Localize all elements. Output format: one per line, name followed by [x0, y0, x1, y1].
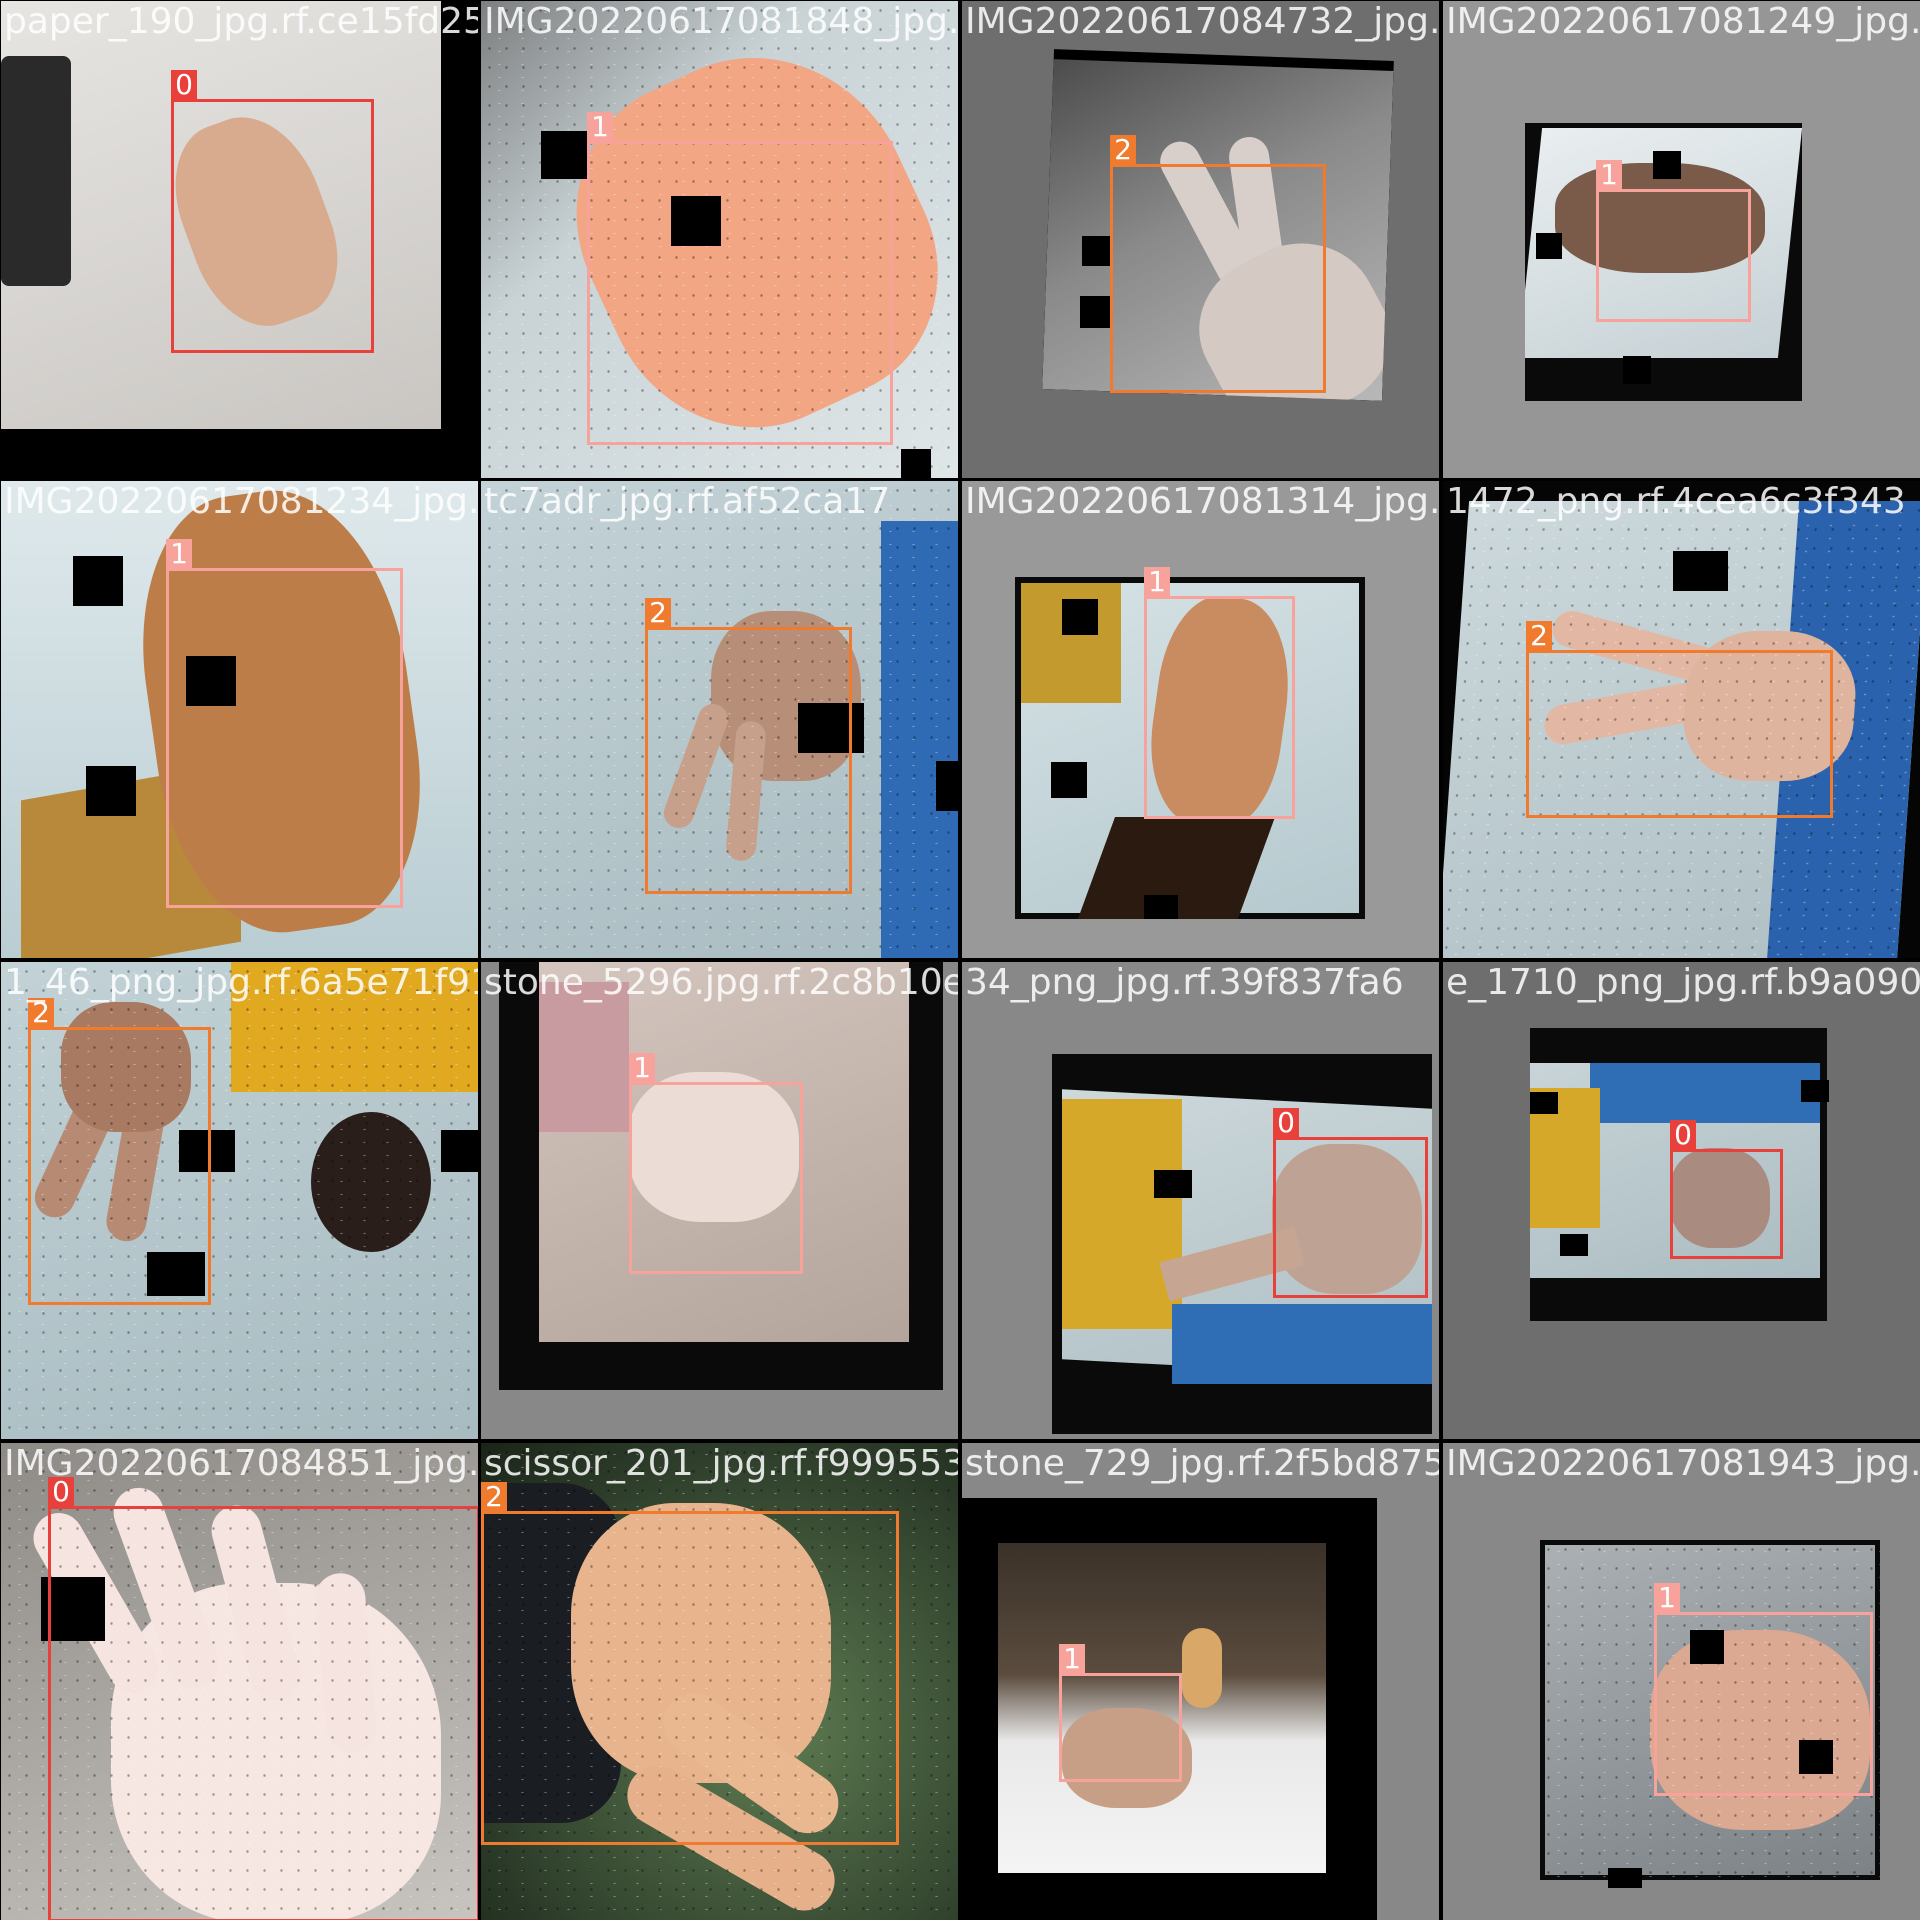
bounding-box: 0: [48, 1477, 478, 1920]
sleeve: [539, 982, 629, 1132]
cutout-mask: [1051, 762, 1087, 798]
mosaic-tile: 1 IMG20220617081943_jpg.rf.: [1443, 1443, 1920, 1920]
mosaic-tile: 0 e_1710_png_jpg.rf.b9a09092: [1443, 962, 1920, 1439]
cutout-mask: [441, 1130, 478, 1172]
bounding-box: 1: [629, 1053, 803, 1274]
cutout-mask: [1144, 895, 1178, 919]
cutout-mask: [1062, 599, 1098, 635]
class-label: 1: [629, 1053, 655, 1083]
filename-label: 1_46_png_jpg.rf.6a5e71f91f: [4, 962, 478, 1003]
class-label: 1: [1059, 1644, 1085, 1674]
mosaic-tile: 0 34_png_jpg.rf.39f837fa6: [962, 962, 1439, 1439]
filename-label: IMG20220617081848_jpg.rf.: [484, 1, 958, 42]
class-label: 2: [1526, 621, 1552, 651]
cutout-mask: [541, 131, 589, 179]
bounding-box: 1: [587, 112, 893, 445]
filename-label: paper_190_jpg.rf.ce15fd253a4: [4, 1, 478, 42]
filename-label: IMG20220617081943_jpg.rf.: [1446, 1443, 1920, 1484]
cutout-mask: [1082, 236, 1112, 266]
cutout-mask: [86, 766, 136, 816]
bounding-box: 1: [1059, 1644, 1182, 1782]
filename-label: IMG20220617081234_jpg.rf.: [4, 481, 478, 522]
mosaic-tile: 2 1_46_png_jpg.rf.6a5e71f91f: [1, 962, 478, 1439]
mosaic-tile: 1 IMG20220617081249_jpg.rf.: [1443, 1, 1920, 478]
bounding-box: 1: [1144, 567, 1295, 819]
food-item: [1182, 1628, 1222, 1708]
bounding-box: 1: [1654, 1583, 1873, 1796]
filename-label: stone_729_jpg.rf.2f5bd8752: [965, 1443, 1439, 1484]
class-label: 1: [166, 539, 192, 569]
bounding-box: 2: [1526, 621, 1833, 818]
cutout-mask: [1536, 233, 1562, 259]
cutout-mask: [1673, 551, 1728, 591]
mosaic-grid: 0 paper_190_jpg.rf.ce15fd253a4 1 IMG2022…: [0, 0, 1920, 1920]
bounding-box: 0: [1273, 1108, 1428, 1298]
cutout-mask: [1560, 1234, 1588, 1256]
class-label: 0: [1670, 1120, 1696, 1150]
cutout-mask: [73, 556, 123, 606]
mosaic-tile: 1 stone_729_jpg.rf.2f5bd8752: [962, 1443, 1439, 1920]
handbag: [1, 56, 71, 286]
bounding-box: 1: [1596, 160, 1751, 322]
cutout-mask: [936, 761, 958, 811]
class-label: 1: [1596, 160, 1622, 190]
person-head: [311, 1112, 431, 1252]
bounding-box: 2: [28, 998, 211, 1305]
mosaic-tile: 2 IMG20220617084732_jpg.rf.: [962, 1, 1439, 478]
bounding-box: 1: [166, 539, 403, 908]
filename-label: IMG20220617084851_jpg.rf.: [4, 1443, 478, 1484]
blanket: [881, 521, 958, 958]
class-label: 0: [1273, 1108, 1299, 1138]
bounding-box: 2: [481, 1482, 899, 1845]
filename-label: stone_5296.jpg.rf.2c8b10e3c: [484, 962, 958, 1003]
filename-label: 34_png_jpg.rf.39f837fa6: [965, 962, 1404, 1003]
mosaic-tile: 2 1472_png.rf.4cea6c3f343: [1443, 481, 1920, 958]
filename-label: IMG20220617081249_jpg.rf.: [1446, 1, 1920, 42]
class-label: 1: [587, 112, 613, 142]
cutout-mask: [1653, 151, 1681, 179]
class-label: 2: [1110, 135, 1136, 165]
filename-label: IMG20220617081314_jpg.rf.: [965, 481, 1439, 522]
cutout-mask: [1623, 356, 1651, 384]
blanket: [1590, 1063, 1820, 1123]
bounding-box: 0: [1670, 1120, 1783, 1259]
cutout-mask: [1080, 296, 1112, 328]
mosaic-tile: 1 IMG20220617081234_jpg.rf.: [1, 481, 478, 958]
mosaic-tile: 2 tc7adr_jpg.rf.af52ca17: [481, 481, 958, 958]
bounding-box: 0: [171, 70, 374, 353]
cutout-mask: [1154, 1170, 1192, 1198]
filename-label: IMG20220617084732_jpg.rf.: [965, 1, 1439, 42]
mosaic-tile: 1 stone_5296.jpg.rf.2c8b10e3c: [481, 962, 958, 1439]
yellow-shirt: [1062, 1099, 1182, 1329]
mosaic-tile: 0 IMG20220617084851_jpg.rf.: [1, 1443, 478, 1920]
cutout-mask: [901, 449, 931, 478]
bounding-box: 2: [645, 598, 852, 894]
mosaic-tile: 0 paper_190_jpg.rf.ce15fd253a4: [1, 1, 478, 478]
class-label: 1: [1654, 1583, 1680, 1613]
mosaic-tile: 1 IMG20220617081314_jpg.rf.: [962, 481, 1439, 958]
cutout-mask: [1608, 1868, 1642, 1888]
cutout-mask: [1530, 1092, 1558, 1114]
class-label: 0: [171, 70, 197, 100]
mosaic-tile: 1 IMG20220617081848_jpg.rf.: [481, 1, 958, 478]
class-label: 1: [1144, 567, 1170, 597]
filename-label: 1472_png.rf.4cea6c3f343: [1446, 481, 1906, 522]
class-label: 2: [481, 1482, 507, 1512]
blanket: [1172, 1304, 1432, 1384]
filename-label: tc7adr_jpg.rf.af52ca17: [484, 481, 891, 522]
mosaic-tile: 2 scissor_201_jpg.rf.f999553: [481, 1443, 958, 1920]
bounding-box: 2: [1110, 135, 1326, 393]
filename-label: e_1710_png_jpg.rf.b9a09092: [1446, 962, 1920, 1003]
filename-label: scissor_201_jpg.rf.f999553: [484, 1443, 958, 1484]
class-label: 2: [645, 598, 671, 628]
cutout-mask: [1801, 1080, 1829, 1102]
